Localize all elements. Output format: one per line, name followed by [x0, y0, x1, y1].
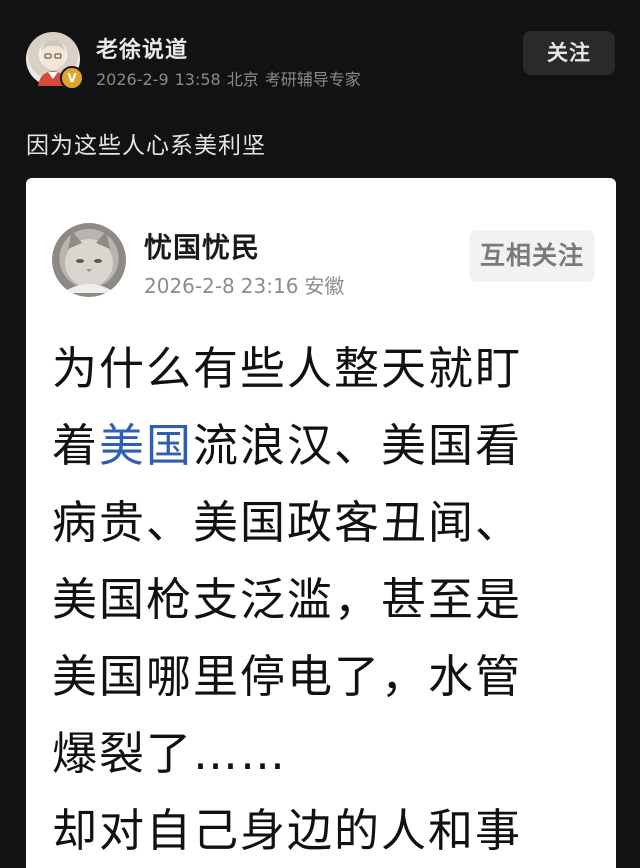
quoted-date: 2026-2-8 — [144, 274, 235, 298]
quoted-line: 着美国流浪汉、美国看 — [52, 407, 592, 484]
post-time: 13:58 — [174, 70, 221, 89]
quoted-line: 美国哪里停电了，水管 — [52, 650, 523, 703]
quoted-line-text: 流浪汉、美国看 — [193, 419, 523, 472]
author-role: 考研辅导专家 — [264, 70, 361, 89]
quoted-author-meta: 2026-2-8 23:16 安徽 — [144, 270, 350, 299]
usa-link: 美国 — [99, 419, 194, 472]
quoted-post-image[interactable]: 忧国忧民 2026-2-8 23:16 安徽 互相关注 为什么有些人整天就盯 着美国… — [26, 178, 616, 868]
post-page: V 老徐说道 2026-2-9 13:58 北京 考研辅导专家 关注 因为这些人心系美… — [0, 0, 640, 868]
quoted-time: 23:16 — [240, 274, 299, 298]
quoted-line: 病贵、美国政客丑闻、 — [52, 496, 523, 549]
author-meta: 2026-2-9 13:58 北京 考研辅导专家 — [96, 66, 367, 90]
post-date: 2026-2-9 — [96, 70, 169, 89]
quoted-line-text: 着 — [52, 419, 100, 472]
quoted-location: 安徽 — [304, 274, 345, 298]
post-header: V 老徐说道 2026-2-9 13:58 北京 考研辅导专家 关注 — [0, 0, 640, 110]
follow-button[interactable]: 关注 — [523, 31, 615, 75]
quoted-author-name: 忧国忧民 — [144, 231, 261, 264]
post-text: 因为这些人心系美利坚 — [26, 133, 266, 159]
cat-avatar-icon — [62, 231, 116, 293]
quoted-line: 爆裂了…… — [52, 727, 288, 780]
quoted-line: 为什么有些人整天就盯 — [52, 342, 523, 395]
quoted-line: 却对自己身边的人和事 — [52, 804, 523, 857]
quoted-line: 美国枪支泛滥，甚至是 — [52, 573, 523, 626]
mutual-follow-button: 互相关注 — [469, 230, 595, 282]
verified-badge-icon: V — [60, 66, 84, 90]
quoted-author-avatar — [52, 223, 126, 297]
quoted-post-body: 为什么有些人整天就盯 着美国流浪汉、美国看 病贵、美国政客丑闻、 美国枪支泛滥，… — [52, 330, 592, 868]
author-name[interactable]: 老徐说道 — [96, 32, 188, 64]
post-location: 北京 — [226, 70, 259, 89]
